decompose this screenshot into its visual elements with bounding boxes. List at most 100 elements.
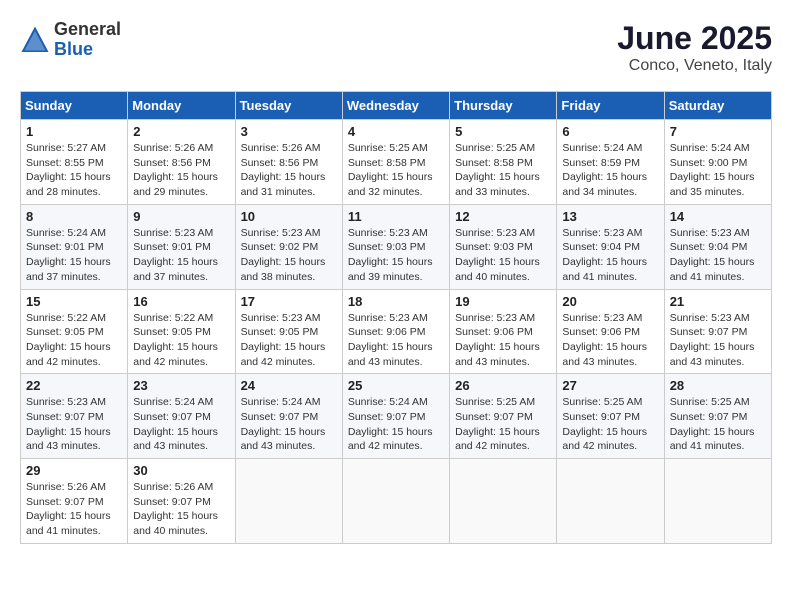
column-header-monday: Monday	[128, 92, 235, 120]
day-number: 26	[455, 378, 551, 393]
day-number: 24	[241, 378, 337, 393]
day-cell-7: 7Sunrise: 5:24 AM Sunset: 9:00 PM Daylig…	[664, 120, 771, 205]
day-cell-1: 1Sunrise: 5:27 AM Sunset: 8:55 PM Daylig…	[21, 120, 128, 205]
empty-cell	[450, 459, 557, 544]
logo-general: General	[54, 20, 121, 40]
day-number: 19	[455, 294, 551, 309]
day-info: Sunrise: 5:25 AM Sunset: 9:07 PM Dayligh…	[670, 395, 766, 454]
day-info: Sunrise: 5:23 AM Sunset: 9:03 PM Dayligh…	[455, 226, 551, 285]
calendar-week-2: 8Sunrise: 5:24 AM Sunset: 9:01 PM Daylig…	[21, 204, 772, 289]
day-number: 14	[670, 209, 766, 224]
day-cell-26: 26Sunrise: 5:25 AM Sunset: 9:07 PM Dayli…	[450, 374, 557, 459]
day-info: Sunrise: 5:22 AM Sunset: 9:05 PM Dayligh…	[26, 311, 122, 370]
day-info: Sunrise: 5:23 AM Sunset: 9:04 PM Dayligh…	[562, 226, 658, 285]
column-header-friday: Friday	[557, 92, 664, 120]
day-info: Sunrise: 5:23 AM Sunset: 9:06 PM Dayligh…	[455, 311, 551, 370]
day-number: 22	[26, 378, 122, 393]
day-number: 10	[241, 209, 337, 224]
day-cell-29: 29 Sunrise: 5:26 AM Sunset: 9:07 PM Dayli…	[21, 459, 128, 544]
calendar-week-3: 15 Sunrise: 5:22 AM Sunset: 9:05 PM Dayli…	[21, 289, 772, 374]
day-cell-21: 21 Sunrise: 5:23 AM Sunset: 9:07 PM Dayli…	[664, 289, 771, 374]
day-number: 3	[241, 124, 337, 139]
day-info: Sunrise: 5:25 AM Sunset: 8:58 PM Dayligh…	[455, 141, 551, 200]
day-number: 30	[133, 463, 229, 478]
day-info: Sunrise: 5:23 AM Sunset: 9:06 PM Dayligh…	[348, 311, 444, 370]
header-row: SundayMondayTuesdayWednesdayThursdayFrid…	[21, 92, 772, 120]
day-cell-17: 17 Sunrise: 5:23 AM Sunset: 9:05 PM Dayli…	[235, 289, 342, 374]
day-cell-9: 9 Sunrise: 5:23 AM Sunset: 9:01 PM Daylig…	[128, 204, 235, 289]
day-number: 11	[348, 209, 444, 224]
day-number: 17	[241, 294, 337, 309]
day-number: 8	[26, 209, 122, 224]
day-cell-2: 2 Sunrise: 5:26 AM Sunset: 8:56 PM Daylig…	[128, 120, 235, 205]
day-info: Sunrise: 5:22 AM Sunset: 9:05 PM Dayligh…	[133, 311, 229, 370]
column-header-saturday: Saturday	[664, 92, 771, 120]
day-cell-14: 14 Sunrise: 5:23 AM Sunset: 9:04 PM Dayli…	[664, 204, 771, 289]
day-number: 1	[26, 124, 122, 139]
day-number: 21	[670, 294, 766, 309]
day-info: Sunrise: 5:26 AM Sunset: 8:56 PM Dayligh…	[241, 141, 337, 200]
day-info: Sunrise: 5:24 AM Sunset: 9:00 PM Dayligh…	[670, 141, 766, 200]
calendar-week-4: 22Sunrise: 5:23 AM Sunset: 9:07 PM Dayli…	[21, 374, 772, 459]
calendar-week-5: 29 Sunrise: 5:26 AM Sunset: 9:07 PM Dayli…	[21, 459, 772, 544]
day-cell-3: 3 Sunrise: 5:26 AM Sunset: 8:56 PM Daylig…	[235, 120, 342, 205]
day-info: Sunrise: 5:23 AM Sunset: 9:05 PM Dayligh…	[241, 311, 337, 370]
day-info: Sunrise: 5:24 AM Sunset: 9:07 PM Dayligh…	[348, 395, 444, 454]
day-info: Sunrise: 5:26 AM Sunset: 9:07 PM Dayligh…	[133, 480, 229, 539]
day-cell-28: 28 Sunrise: 5:25 AM Sunset: 9:07 PM Dayli…	[664, 374, 771, 459]
logo: General Blue	[20, 20, 121, 60]
day-cell-30: 30 Sunrise: 5:26 AM Sunset: 9:07 PM Dayli…	[128, 459, 235, 544]
day-cell-12: 12 Sunrise: 5:23 AM Sunset: 9:03 PM Dayli…	[450, 204, 557, 289]
day-number: 5	[455, 124, 551, 139]
day-number: 2	[133, 124, 229, 139]
day-cell-5: 5 Sunrise: 5:25 AM Sunset: 8:58 PM Daylig…	[450, 120, 557, 205]
day-info: Sunrise: 5:24 AM Sunset: 9:07 PM Dayligh…	[241, 395, 337, 454]
day-number: 16	[133, 294, 229, 309]
day-cell-23: 23 Sunrise: 5:24 AM Sunset: 9:07 PM Dayli…	[128, 374, 235, 459]
day-info: Sunrise: 5:23 AM Sunset: 9:04 PM Dayligh…	[670, 226, 766, 285]
day-number: 25	[348, 378, 444, 393]
day-info: Sunrise: 5:26 AM Sunset: 9:07 PM Dayligh…	[26, 480, 122, 539]
day-info: Sunrise: 5:23 AM Sunset: 9:03 PM Dayligh…	[348, 226, 444, 285]
day-info: Sunrise: 5:26 AM Sunset: 8:56 PM Dayligh…	[133, 141, 229, 200]
day-cell-24: 24 Sunrise: 5:24 AM Sunset: 9:07 PM Dayli…	[235, 374, 342, 459]
day-cell-6: 6Sunrise: 5:24 AM Sunset: 8:59 PM Daylig…	[557, 120, 664, 205]
day-info: Sunrise: 5:25 AM Sunset: 8:58 PM Dayligh…	[348, 141, 444, 200]
day-number: 6	[562, 124, 658, 139]
calendar-table: SundayMondayTuesdayWednesdayThursdayFrid…	[20, 91, 772, 544]
column-header-tuesday: Tuesday	[235, 92, 342, 120]
day-number: 28	[670, 378, 766, 393]
day-cell-19: 19 Sunrise: 5:23 AM Sunset: 9:06 PM Dayli…	[450, 289, 557, 374]
day-number: 4	[348, 124, 444, 139]
column-header-wednesday: Wednesday	[342, 92, 449, 120]
day-info: Sunrise: 5:23 AM Sunset: 9:01 PM Dayligh…	[133, 226, 229, 285]
empty-cell	[235, 459, 342, 544]
day-number: 20	[562, 294, 658, 309]
day-info: Sunrise: 5:23 AM Sunset: 9:06 PM Dayligh…	[562, 311, 658, 370]
day-cell-27: 27Sunrise: 5:25 AM Sunset: 9:07 PM Dayli…	[557, 374, 664, 459]
logo-blue: Blue	[54, 40, 121, 60]
day-number: 15	[26, 294, 122, 309]
day-cell-22: 22Sunrise: 5:23 AM Sunset: 9:07 PM Dayli…	[21, 374, 128, 459]
day-info: Sunrise: 5:24 AM Sunset: 9:07 PM Dayligh…	[133, 395, 229, 454]
day-number: 27	[562, 378, 658, 393]
day-cell-10: 10 Sunrise: 5:23 AM Sunset: 9:02 PM Dayli…	[235, 204, 342, 289]
logo-icon	[20, 25, 50, 55]
day-info: Sunrise: 5:23 AM Sunset: 9:07 PM Dayligh…	[670, 311, 766, 370]
title-block: June 2025 Conco, Veneto, Italy	[617, 20, 772, 75]
logo-text: General Blue	[54, 20, 121, 60]
day-number: 9	[133, 209, 229, 224]
day-number: 12	[455, 209, 551, 224]
empty-cell	[664, 459, 771, 544]
empty-cell	[557, 459, 664, 544]
calendar-title: June 2025	[617, 20, 772, 57]
column-header-sunday: Sunday	[21, 92, 128, 120]
day-number: 18	[348, 294, 444, 309]
day-cell-4: 4 Sunrise: 5:25 AM Sunset: 8:58 PM Daylig…	[342, 120, 449, 205]
page-header: General Blue June 2025 Conco, Veneto, It…	[20, 20, 772, 75]
day-number: 23	[133, 378, 229, 393]
day-cell-13: 13Sunrise: 5:23 AM Sunset: 9:04 PM Dayli…	[557, 204, 664, 289]
day-number: 29	[26, 463, 122, 478]
day-info: Sunrise: 5:23 AM Sunset: 9:02 PM Dayligh…	[241, 226, 337, 285]
day-cell-18: 18 Sunrise: 5:23 AM Sunset: 9:06 PM Dayli…	[342, 289, 449, 374]
